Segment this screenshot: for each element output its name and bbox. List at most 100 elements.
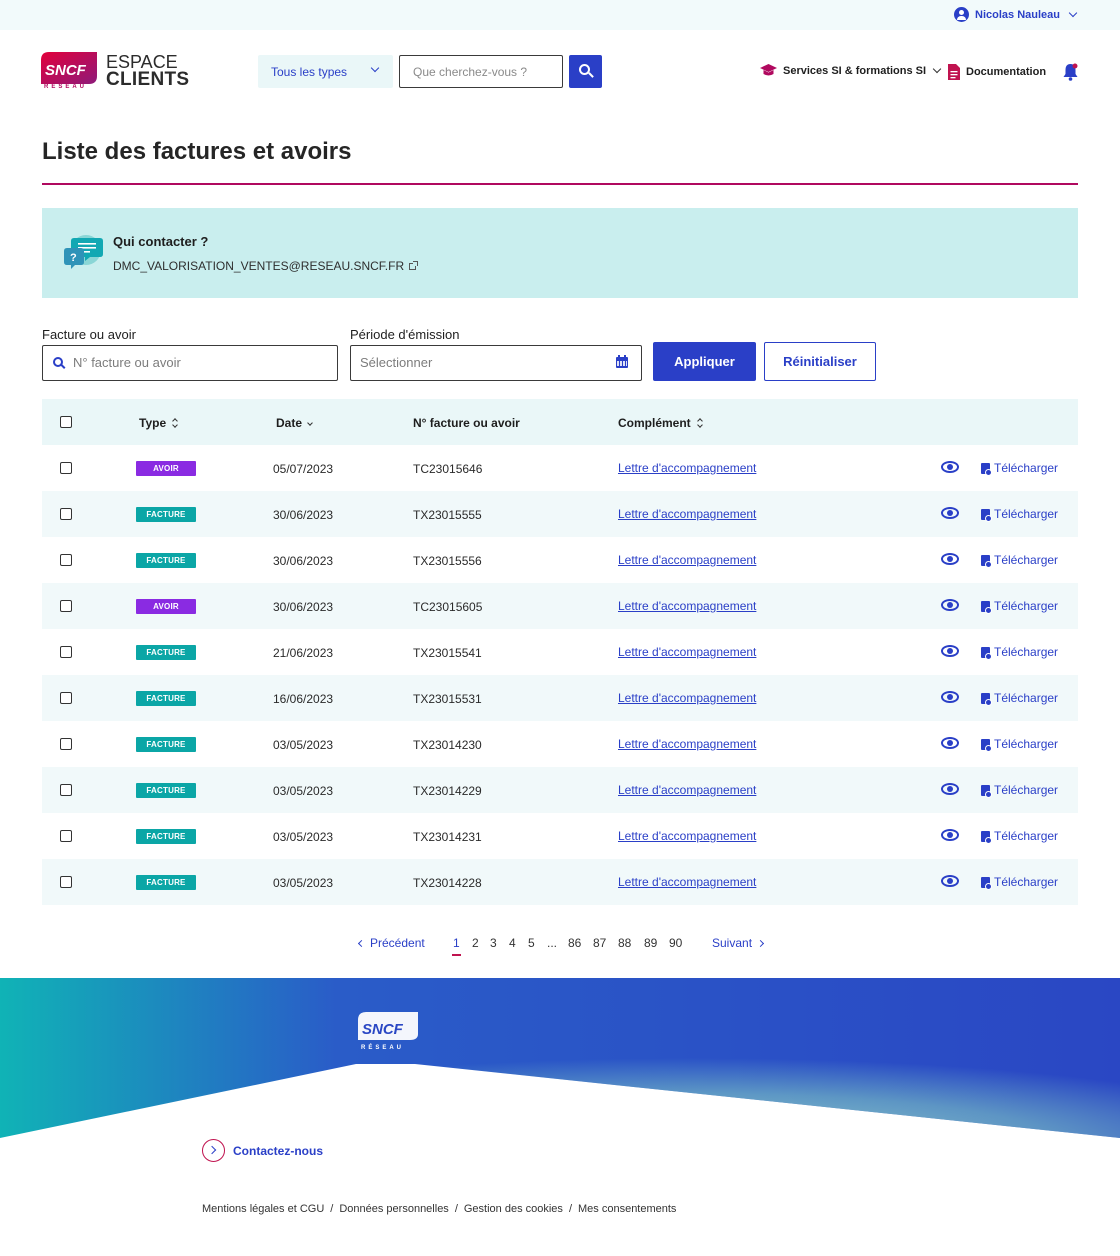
complement-link[interactable]: Lettre d'accompagnement	[618, 553, 756, 567]
row-number: TX23014231	[413, 830, 482, 844]
row-date: 03/05/2023	[273, 738, 334, 752]
eye-icon[interactable]	[940, 690, 962, 706]
column-header-date[interactable]: Date	[276, 416, 313, 430]
eye-icon[interactable]	[940, 460, 962, 476]
download-button[interactable]: Télécharger	[981, 783, 1058, 798]
page-title: Liste des factures et avoirs	[42, 138, 352, 165]
column-header-complement-label: Complément	[618, 416, 691, 430]
complement-link[interactable]: Lettre d'accompagnement	[618, 461, 756, 475]
type-select[interactable]: Tous les types	[258, 55, 393, 88]
row-number: TX23015556	[413, 554, 482, 568]
complement-link[interactable]: Lettre d'accompagnement	[618, 829, 756, 843]
row-number: TC23015605	[413, 600, 483, 614]
pagination-page[interactable]: 1	[452, 936, 461, 956]
complement-link[interactable]: Lettre d'accompagnement	[618, 783, 756, 797]
contact-email-link[interactable]: DMC_VALORISATION_VENTES@RESEAU.SNCF.FR	[113, 259, 419, 273]
eye-icon[interactable]	[940, 644, 962, 660]
eye-icon[interactable]	[940, 782, 962, 798]
chevron-down-icon	[370, 63, 380, 73]
row-checkbox[interactable]	[60, 830, 72, 842]
row-checkbox[interactable]	[60, 508, 72, 520]
eye-icon[interactable]	[940, 874, 962, 890]
contact-title: Qui contacter ?	[113, 234, 209, 249]
download-button[interactable]: Télécharger	[981, 875, 1059, 890]
brand-title-bottom: CLIENTS	[106, 69, 190, 90]
download-button[interactable]: Télécharger	[981, 829, 1058, 844]
eye-icon[interactable]	[940, 828, 962, 844]
sort-icon	[697, 418, 703, 428]
pagination-prev[interactable]: Précédent	[357, 936, 425, 950]
download-button[interactable]: Télécharger	[981, 599, 1058, 614]
download-button[interactable]: Télécharger	[981, 691, 1058, 706]
pagination-page[interactable]: 5	[528, 936, 535, 950]
legal-link[interactable]: Mentions légales et CGU	[202, 1203, 324, 1215]
pagination-page[interactable]: 87	[593, 936, 606, 950]
pagination-page[interactable]: 90	[669, 936, 682, 950]
row-checkbox[interactable]	[60, 738, 72, 750]
pagination: Précédent 1 2 3 4 5... 86 87 88 89 90 Suivant	[0, 936, 1120, 956]
complement-link[interactable]: Lettre d'accompagnement	[618, 645, 756, 659]
eye-icon[interactable]	[940, 736, 962, 752]
sncf-logo[interactable]: SNCF	[41, 52, 97, 84]
type-badge: FACTURE	[136, 783, 196, 798]
table-row: FACTURE 03/05/2023 TX23014229 Lettre d'acco…	[42, 767, 1078, 813]
search-button[interactable]	[569, 55, 602, 88]
title-divider	[42, 183, 1078, 185]
download-button[interactable]: Télécharger	[981, 553, 1058, 568]
download-file-icon	[981, 508, 992, 522]
complement-link[interactable]: Lettre d'accompagnement	[618, 599, 756, 613]
nav-services[interactable]: Services SI & formations SI	[760, 64, 942, 77]
footer-sncf-logo[interactable]: SNCF	[358, 1010, 418, 1042]
complement-link[interactable]: Lettre d'accompagnement	[618, 507, 756, 521]
complement-link[interactable]: Lettre d'accompagnement	[618, 737, 756, 751]
calendar-icon[interactable]	[616, 355, 628, 368]
eye-icon[interactable]	[940, 598, 962, 614]
pagination-page[interactable]: 86	[568, 936, 581, 950]
select-all-checkbox[interactable]	[60, 416, 72, 428]
row-checkbox[interactable]	[60, 784, 72, 796]
pagination-page[interactable]: 4	[509, 936, 516, 950]
download-label: Télécharger	[994, 875, 1059, 889]
row-date: 30/06/2023	[273, 554, 334, 568]
row-checkbox[interactable]	[60, 692, 72, 704]
row-checkbox[interactable]	[60, 462, 72, 474]
download-button[interactable]: Télécharger	[981, 507, 1058, 522]
row-checkbox[interactable]	[60, 876, 72, 888]
bell-icon[interactable]	[1063, 63, 1078, 81]
download-button[interactable]: Télécharger	[981, 461, 1058, 476]
reset-button[interactable]: Réinitialiser	[764, 342, 876, 381]
user-menu[interactable]: Nicolas Nauleau	[954, 7, 1078, 22]
pagination-page[interactable]: 89	[644, 936, 657, 950]
pagination-page[interactable]: 3	[490, 936, 497, 950]
eye-icon[interactable]	[940, 506, 962, 522]
contact-us-label: Contactez-nous	[233, 1143, 323, 1158]
download-button[interactable]: Télécharger	[981, 645, 1058, 660]
legal-link[interactable]: Données personnelles	[339, 1203, 448, 1215]
search-placeholder: Que cherchez-vous ?	[413, 65, 528, 79]
sncf-logo-text: SNCF	[45, 62, 87, 79]
nav-documentation[interactable]: Documentation	[948, 64, 1046, 80]
row-date: 30/06/2023	[273, 600, 334, 614]
row-checkbox[interactable]	[60, 600, 72, 612]
period-date-input[interactable]: Sélectionner	[350, 345, 642, 381]
apply-button[interactable]: Appliquer	[653, 342, 756, 381]
column-header-complement[interactable]: Complément	[618, 416, 703, 430]
legal-link[interactable]: Mes consentements	[578, 1203, 676, 1215]
pagination-page[interactable]: 2	[472, 936, 479, 950]
row-checkbox[interactable]	[60, 646, 72, 658]
brand-title[interactable]: ESPACE CLIENTS	[106, 53, 189, 89]
legal-link[interactable]: Gestion des cookies	[464, 1203, 563, 1215]
column-header-type[interactable]: Type	[139, 416, 178, 430]
eye-icon[interactable]	[940, 552, 962, 568]
table-body: AVOIR 05/07/2023 TC23015646 Lettre d'accomp…	[42, 445, 1078, 905]
download-button[interactable]: Télécharger	[981, 737, 1058, 752]
pagination-prev-label: Précédent	[370, 936, 425, 950]
pagination-page[interactable]: 88	[618, 936, 631, 950]
complement-link[interactable]: Lettre d'accompagnement	[618, 875, 756, 889]
pagination-next[interactable]: Suivant	[712, 936, 765, 950]
invoice-number-input[interactable]: N° facture ou avoir	[42, 345, 338, 381]
complement-link[interactable]: Lettre d'accompagnement	[618, 691, 756, 705]
row-checkbox[interactable]	[60, 554, 72, 566]
contact-us-link[interactable]: Contactez-nous	[202, 1139, 323, 1162]
search-input[interactable]: Que cherchez-vous ?	[399, 55, 563, 88]
